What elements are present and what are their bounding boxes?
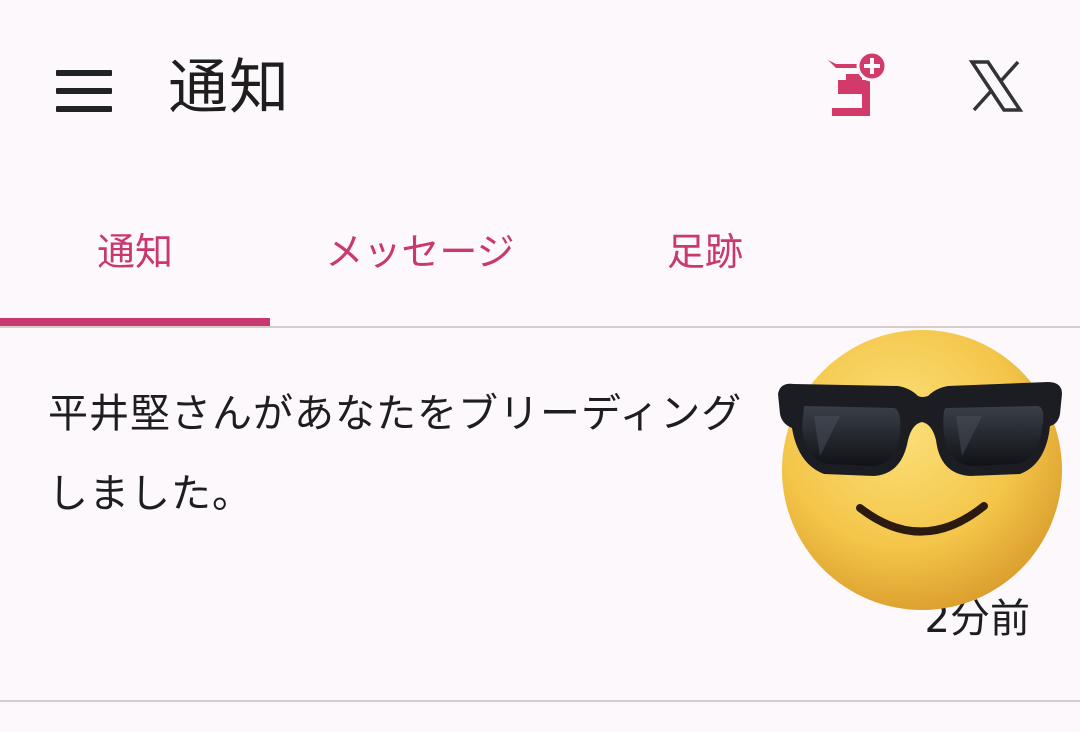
active-tab-indicator	[0, 318, 270, 326]
notifications-page: 通知 通知 メッセージ 足跡 平井堅さんがあなたをブリーディングしました。 2分…	[0, 0, 1080, 732]
app-header: 通知	[0, 0, 1080, 176]
notification-text: 平井堅さんがあなたをブリーディングしました。	[48, 391, 743, 517]
app-plus-icon[interactable]	[822, 50, 892, 122]
page-title: 通知	[168, 53, 290, 123]
tab-notifications[interactable]: 通知	[0, 176, 270, 324]
tab-messages[interactable]: メッセージ	[285, 176, 555, 324]
x-logo-icon[interactable]	[964, 54, 1028, 118]
tab-footprints[interactable]: 足跡	[570, 176, 840, 324]
hamburger-menu-icon[interactable]	[44, 56, 124, 126]
notification-item[interactable]: 平井堅さんがあなたをブリーディングしました。 2分前	[0, 328, 1080, 702]
tab-bar: 通知 メッセージ 足跡	[0, 176, 1080, 328]
row-divider	[0, 700, 1080, 702]
sunglasses-emoji-icon	[770, 324, 1070, 614]
